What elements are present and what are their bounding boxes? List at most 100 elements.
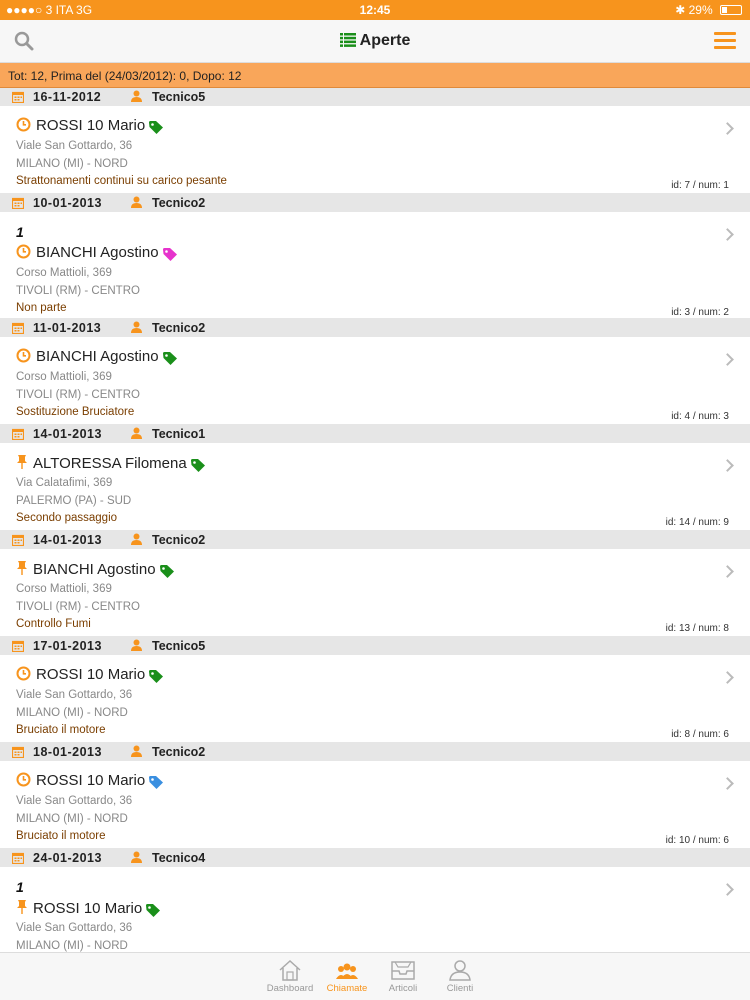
- client-name-line: ROSSI 10 Mario: [16, 772, 164, 791]
- group-date: 14-01-2013: [33, 427, 102, 441]
- date-group-header: 24-01-2013 Tecnico4: [0, 849, 750, 867]
- group-technician: Tecnico2: [152, 745, 206, 759]
- list-item[interactable]: BIANCHI Agostino Corso Mattioli, 369 TIVOL…: [0, 337, 750, 425]
- list-item[interactable]: 1 ROSSI 10 Mario Viale San Gottardo, 36 MIL…: [0, 867, 750, 952]
- tag-icon: [162, 246, 178, 263]
- list-item[interactable]: ROSSI 10 Mario Viale San Gottardo, 36 MILA…: [0, 655, 750, 743]
- call-id-number: id: 3 / num: 2: [671, 307, 729, 318]
- battery-icon: [720, 5, 742, 15]
- calendar-icon: [11, 322, 25, 337]
- technician-icon: [131, 533, 142, 548]
- navigation-bar: Aperte: [0, 20, 750, 63]
- calendar-icon: [11, 640, 25, 655]
- group-date: 17-01-2013: [33, 639, 102, 653]
- chevron-right-icon: [721, 883, 734, 896]
- client-name: ROSSI 10 Mario: [36, 117, 146, 134]
- call-id-number: id: 10 / num: 6: [665, 835, 729, 846]
- tag-icon: [162, 350, 178, 367]
- call-id-number: id: 14 / num: 9: [665, 517, 729, 528]
- city-zone: TIVOLI (RM) - CENTRO: [16, 389, 140, 401]
- summary-bar: Tot: 12, Prima del (24/03/2012): 0, Dopo…: [0, 63, 750, 88]
- calendar-icon: [11, 197, 25, 212]
- technician-icon: [131, 427, 142, 442]
- call-description: Bruciato il motore: [16, 830, 106, 842]
- call-id-number: id: 4 / num: 3: [671, 411, 729, 422]
- street-address: Viale San Gottardo, 36: [16, 795, 133, 807]
- clock-icon: [16, 117, 31, 134]
- tab-articoli[interactable]: Articoli: [373, 953, 433, 1000]
- calendar-icon: [11, 91, 25, 106]
- list-item[interactable]: ROSSI 10 Mario Viale San Gottardo, 36 MILA…: [0, 761, 750, 849]
- item-number: 1: [16, 879, 24, 895]
- group-technician: Tecnico5: [152, 639, 206, 653]
- city-zone: MILANO (MI) - NORD: [16, 940, 128, 952]
- client-name-line: BIANCHI Agostino: [16, 348, 178, 367]
- chevron-right-icon: [721, 565, 734, 578]
- calendar-icon: [11, 852, 25, 867]
- tray-icon: [391, 961, 415, 980]
- page-title: Aperte: [0, 32, 750, 52]
- street-address: Via Calatafimi, 369: [16, 477, 113, 489]
- city-zone: TIVOLI (RM) - CENTRO: [16, 601, 140, 613]
- chevron-right-icon: [721, 228, 734, 241]
- calendar-icon: [11, 534, 25, 549]
- call-id-number: id: 8 / num: 6: [671, 729, 729, 740]
- group-technician: Tecnico2: [152, 533, 206, 547]
- group-technician: Tecnico5: [152, 90, 206, 104]
- bluetooth-icon: ✱: [675, 3, 686, 17]
- technician-icon: [131, 321, 142, 336]
- pin-icon: [16, 561, 28, 578]
- client-name-line: ALTORESSA Filomena: [16, 454, 206, 474]
- group-date: 18-01-2013: [33, 745, 102, 759]
- calls-list[interactable]: 16-11-2012 Tecnico5 ROSSI 10 Mario Viale Sa…: [0, 88, 750, 952]
- client-name-line: ROSSI 10 Mario: [16, 899, 161, 919]
- list-item[interactable]: BIANCHI Agostino Corso Mattioli, 369 TIVOL…: [0, 549, 750, 637]
- street-address: Viale San Gottardo, 36: [16, 689, 133, 701]
- clock-icon: [16, 666, 31, 683]
- date-group-header: 17-01-2013 Tecnico5: [0, 637, 750, 655]
- chevron-right-icon: [721, 353, 734, 366]
- street-address: Corso Mattioli, 369: [16, 267, 112, 279]
- tag-icon: [146, 902, 161, 919]
- client-name: ROSSI 10 Mario: [36, 666, 146, 683]
- person-icon: [449, 960, 471, 981]
- list-item[interactable]: 1 BIANCHI Agostino Corso Mattioli, 369 TIVO…: [0, 212, 750, 319]
- call-description: Non parte: [16, 302, 67, 314]
- clock: 12:45: [359, 3, 391, 17]
- call-id-number: id: 13 / num: 8: [665, 623, 729, 634]
- group-date: 16-11-2012: [33, 90, 102, 104]
- group-technician: Tecnico1: [152, 427, 206, 441]
- list-item[interactable]: ALTORESSA Filomena Via Calatafimi, 369 PAL…: [0, 443, 750, 531]
- list-icon: [339, 33, 356, 52]
- city-zone: PALERMO (PA) - SUD: [16, 495, 132, 507]
- group-date: 10-01-2013: [33, 196, 102, 210]
- tab-chiamate[interactable]: Chiamate: [317, 953, 377, 1000]
- status-bar: ●●●●○ 3 ITA 3G 12:45 ✱ 29%: [0, 0, 750, 20]
- client-name-line: BIANCHI Agostino: [16, 244, 178, 263]
- city-zone: MILANO (MI) - NORD: [16, 707, 128, 719]
- calendar-icon: [11, 746, 25, 761]
- client-name: BIANCHI Agostino: [36, 244, 159, 261]
- call-description: Sostituzione Bruciatore: [16, 406, 135, 418]
- tab-clienti[interactable]: Clienti: [430, 953, 490, 1000]
- date-group-header: 18-01-2013 Tecnico2: [0, 743, 750, 761]
- group-date: 24-01-2013: [33, 851, 102, 865]
- client-name: BIANCHI Agostino: [36, 348, 159, 365]
- chevron-right-icon: [721, 122, 734, 135]
- street-address: Viale San Gottardo, 36: [16, 140, 133, 152]
- menu-icon[interactable]: [714, 32, 736, 50]
- list-item[interactable]: ROSSI 10 Mario Viale San Gottardo, 36 MILA…: [0, 106, 750, 194]
- technician-icon: [131, 745, 142, 760]
- title-text: Aperte: [359, 32, 411, 49]
- people-icon: [336, 963, 358, 979]
- tab-dashboard[interactable]: Dashboard: [260, 953, 320, 1000]
- chevron-right-icon: [721, 671, 734, 684]
- tab-label: Clienti: [446, 983, 474, 994]
- call-description: Strattonamenti continui su carico pesant…: [16, 175, 227, 187]
- group-technician: Tecnico2: [152, 196, 206, 210]
- pin-icon: [16, 455, 28, 472]
- battery-percent: 29%: [688, 3, 713, 17]
- street-address: Corso Mattioli, 369: [16, 371, 112, 383]
- city-zone: MILANO (MI) - NORD: [16, 158, 128, 170]
- chevron-right-icon: [721, 459, 734, 472]
